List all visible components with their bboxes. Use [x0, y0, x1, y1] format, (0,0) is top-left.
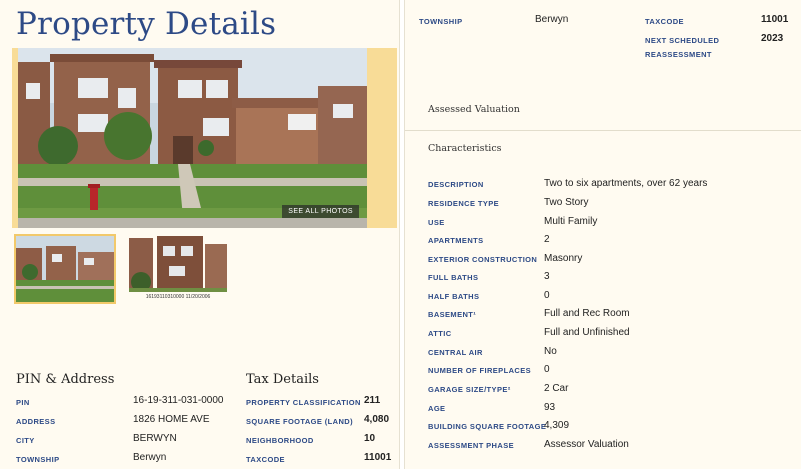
building-square-footage-value: 4,309 — [544, 420, 570, 431]
garage-size-type-label: GARAGE SIZE/TYPE² — [428, 385, 511, 394]
age-label: AGE — [428, 404, 446, 413]
township-label: TOWNSHIP — [419, 17, 463, 26]
exterior-construction-value: Masonry — [544, 253, 583, 264]
property-characteristics-panel: TOWNSHIP Berwyn TAXCODE 11001 NEXT SCHED… — [404, 0, 801, 469]
description-value: Two to six apartments, over 62 years — [544, 178, 708, 189]
description-label: DESCRIPTION — [428, 180, 484, 189]
pin-value: 16-19-311-031-0000 — [133, 395, 224, 406]
photo-thumbnail-2[interactable]: 16193110310000 11/20/2006 — [129, 236, 227, 302]
reassessment-label: REASSESSMENT — [645, 50, 712, 59]
number-of-fireplaces-value: 0 — [544, 364, 550, 375]
property-classification-label: PROPERTY CLASSIFICATION — [246, 398, 361, 407]
township-value: Berwyn — [133, 452, 167, 463]
taxcode-label: TAXCODE — [246, 455, 285, 464]
city-label: CITY — [16, 436, 35, 445]
half-baths-value: 0 — [544, 290, 550, 301]
pin-label: PIN — [16, 398, 30, 407]
exterior-construction-label: EXTERIOR CONSTRUCTION — [428, 255, 538, 264]
attic-value: Full and Unfinished — [544, 327, 630, 338]
full-baths-value: 3 — [544, 271, 550, 282]
property-details-panel: Property Details SEE ALL PHOTOS 16193110… — [0, 0, 400, 469]
pin-address-heading: PIN & Address — [16, 372, 115, 387]
page-title: Property Details — [16, 6, 277, 42]
square-footage-land-label: SQUARE FOOTAGE (LAND) — [246, 417, 354, 426]
city-value: BERWYN — [133, 433, 177, 444]
apartments-value: 2 — [544, 234, 550, 245]
basement-label: BASEMENT¹ — [428, 310, 477, 319]
reassessment-value: 2023 — [761, 33, 784, 44]
property-classification-value: 211 — [364, 395, 381, 406]
assessed-valuation-heading: Assessed Valuation — [428, 104, 520, 115]
address-label: ADDRESS — [16, 417, 56, 426]
tax-details-heading: Tax Details — [246, 372, 319, 387]
characteristics-heading: Characteristics — [428, 143, 502, 154]
township-value: Berwyn — [535, 14, 569, 25]
neighborhood-label: NEIGHBORHOOD — [246, 436, 314, 445]
neighborhood-value: 10 — [364, 433, 376, 444]
attic-label: ATTIC — [428, 329, 452, 338]
square-footage-land-value: 4,080 — [364, 414, 390, 425]
use-label: USE — [428, 218, 445, 227]
hero-photo[interactable]: SEE ALL PHOTOS — [18, 48, 367, 228]
building-square-footage-label: BUILDING SQUARE FOOTAGE — [428, 422, 547, 431]
taxcode-value: 11001 — [364, 452, 392, 463]
hero-photo-frame: SEE ALL PHOTOS — [12, 48, 397, 228]
address-value: 1826 HOME AVE — [133, 414, 210, 425]
half-baths-label: HALF BATHS — [428, 292, 480, 301]
residence-type-label: RESIDENCE TYPE — [428, 199, 500, 208]
number-of-fireplaces-label: NUMBER OF FIREPLACES — [428, 366, 532, 375]
age-value: 93 — [544, 402, 556, 413]
apartments-label: APARTMENTS — [428, 236, 484, 245]
taxcode-value: 11001 — [761, 14, 789, 25]
full-baths-label: FULL BATHS — [428, 273, 479, 282]
section-divider — [405, 130, 801, 131]
basement-value: Full and Rec Room — [544, 308, 630, 319]
central-air-label: CENTRAL AIR — [428, 348, 483, 357]
use-value: Multi Family — [544, 216, 598, 227]
central-air-value: No — [544, 346, 557, 357]
next-scheduled-label: NEXT SCHEDULED — [645, 36, 720, 45]
residence-type-value: Two Story — [544, 197, 589, 208]
taxcode-label: TAXCODE — [645, 17, 684, 26]
see-all-photos-button[interactable]: SEE ALL PHOTOS — [282, 205, 359, 218]
township-label: TOWNSHIP — [16, 455, 60, 464]
thumbnail-caption: 16193110310000 11/20/2006 — [145, 294, 211, 300]
photo-thumbnail-1[interactable] — [14, 234, 116, 304]
assessment-phase-value: Assessor Valuation — [544, 439, 629, 450]
assessment-phase-label: ASSESSMENT PHASE — [428, 441, 514, 450]
garage-size-type-value: 2 Car — [544, 383, 569, 394]
